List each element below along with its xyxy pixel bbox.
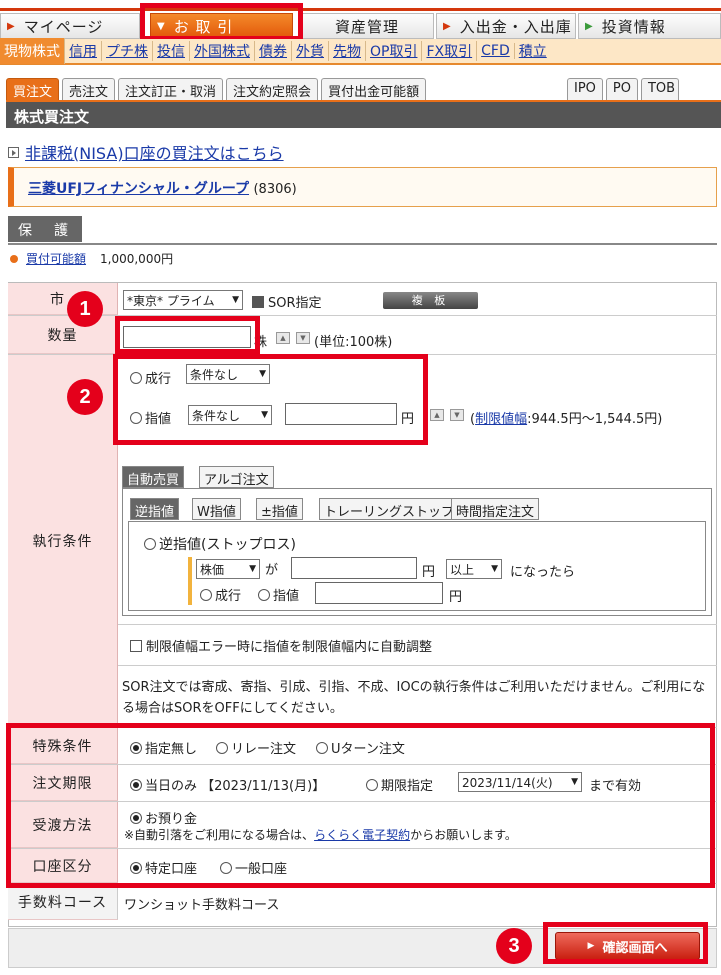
nav-mypage[interactable]: ▶ マイページ xyxy=(0,13,140,39)
down-arrow-icon[interactable]: ▼ xyxy=(450,409,464,421)
subnav-fx[interactable]: FX取引 xyxy=(422,41,478,61)
sor-note: SOR注文では寄成、寄指、引成、引指、不成、IOCの執行条件はご利用いただけませ… xyxy=(122,680,706,716)
limit-range-link[interactable]: 制限値幅 xyxy=(475,412,527,427)
quantity-label: 数量 xyxy=(8,316,118,354)
nav-deposit[interactable]: ▶ 入出金・入出庫 xyxy=(436,13,576,39)
trigger-price-input[interactable] xyxy=(291,557,417,579)
callout-2: 2 xyxy=(67,379,103,415)
subnav-op[interactable]: OP取引 xyxy=(366,41,423,61)
subnav-bond[interactable]: 債券 xyxy=(255,41,292,61)
stop-sashine-radio[interactable]: 指値 xyxy=(258,585,299,604)
tab-buy[interactable]: 買注文 xyxy=(6,78,60,100)
chevron-down-icon: ▼ xyxy=(491,564,498,574)
stop-price-input[interactable] xyxy=(315,582,443,604)
tab-ipo[interactable]: IPO xyxy=(567,78,603,100)
right-tabs: IPO PO TOB xyxy=(567,78,682,100)
accent-bar xyxy=(188,557,192,605)
radio-icon xyxy=(144,538,156,550)
tab-po[interactable]: PO xyxy=(605,78,638,100)
highlight-quantity xyxy=(115,316,260,354)
highlight-conditions xyxy=(6,723,715,888)
callout-1: 1 xyxy=(67,291,103,327)
top-nav: ▶ マイページ ▼ お 取 引 資産管理 ▶ 入出金・入出庫 ▶ 投資情報 xyxy=(0,8,721,39)
tab-modify[interactable]: 注文訂正・取消 xyxy=(118,78,224,100)
tab-sell[interactable]: 売注文 xyxy=(62,78,116,100)
ga-text: が xyxy=(265,563,279,578)
nav-info[interactable]: ▶ 投資情報 xyxy=(578,13,721,39)
subnav-toshin[interactable]: 投信 xyxy=(153,41,190,61)
checkbox-icon xyxy=(252,296,264,308)
subnav-shinyo[interactable]: 信用 xyxy=(65,41,102,61)
sub-nav: 現物株式 信用 プチ株 投信 外国株式 債券 外貨 先物 OP取引 FX取引 C… xyxy=(0,38,721,65)
triangle-icon: ▶ xyxy=(443,20,452,32)
row-divider xyxy=(118,624,717,625)
stop-price-unit: 円 xyxy=(449,590,463,605)
exec-label: 執行条件 xyxy=(8,355,118,727)
arrow-box-icon xyxy=(8,146,19,158)
trigger-unit: 円 xyxy=(422,565,436,580)
triangle-icon: ▶ xyxy=(7,20,16,32)
divider xyxy=(8,243,717,245)
buying-power-link[interactable]: 買付可能額 xyxy=(26,250,86,267)
nattara-text: になったら xyxy=(510,565,576,580)
stock-name[interactable]: 三菱UFJフィナンシャル・グループ xyxy=(28,181,249,197)
limit-range-note: (制限値幅:944.5円～1,544.5円) xyxy=(470,412,663,427)
subnav-foreign[interactable]: 外国株式 xyxy=(190,41,255,61)
hogo-label: 保 護 xyxy=(8,216,82,242)
subnav-fx-currency[interactable]: 外貨 xyxy=(292,41,329,61)
nisa-link[interactable]: 非課税(NISA)口座の買注文はこちら xyxy=(25,140,284,164)
subnav-petit[interactable]: プチ株 xyxy=(102,41,153,61)
highlight-trade xyxy=(140,3,303,41)
up-arrow-icon[interactable]: ▲ xyxy=(276,332,290,344)
stop-loss-radio[interactable]: 逆指値(ストップロス) xyxy=(144,534,296,554)
subnav-cfd[interactable]: CFD xyxy=(477,43,515,59)
trigger-select[interactable]: 株価 ▼ xyxy=(196,559,260,579)
fee-label: 手数料コース xyxy=(8,884,118,920)
chevron-down-icon: ▼ xyxy=(232,295,239,305)
stock-box: 三菱UFJフィナンシャル・グループ (8306) xyxy=(8,167,717,207)
tab-w-sashine[interactable]: W指値 xyxy=(192,498,241,520)
row-divider xyxy=(118,665,717,666)
nisa-link-row: 非課税(NISA)口座の買注文はこちら xyxy=(8,140,284,164)
tab-inquiry[interactable]: 注文約定照会 xyxy=(226,78,319,100)
market-select[interactable]: *東京* プライム ▼ xyxy=(123,290,243,310)
quantity-note: (単位:100株) xyxy=(314,335,393,350)
highlight-confirm xyxy=(543,922,708,964)
tab-algo[interactable]: アルゴ注文 xyxy=(199,466,274,488)
buying-power-row: 買付可能額 1,000,000円 xyxy=(10,250,173,267)
chevron-down-icon: ▼ xyxy=(249,564,256,574)
up-arrow-icon[interactable]: ▲ xyxy=(430,409,444,421)
tab-time-order[interactable]: 時間指定注文 xyxy=(451,498,540,520)
tab-tob[interactable]: TOB xyxy=(640,78,679,100)
tab-pm-sashine[interactable]: ±指値 xyxy=(256,498,303,520)
triangle-icon: ▶ xyxy=(585,20,594,32)
highlight-price xyxy=(113,354,428,445)
callout-3: 3 xyxy=(496,928,532,964)
tab-trailing-stop[interactable]: トレーリングストップ xyxy=(319,498,460,520)
radio-icon xyxy=(200,589,212,601)
subnav-genbutsu[interactable]: 現物株式 xyxy=(0,38,65,64)
fukuban-button[interactable]: 複 板 xyxy=(383,292,478,309)
auto-adjust-checkbox[interactable]: 制限値幅エラー時に指値を制限値幅内に自動調整 xyxy=(130,636,432,655)
tab-buying-power[interactable]: 買付出金可能額 xyxy=(321,78,427,100)
down-arrow-icon[interactable]: ▼ xyxy=(296,332,310,344)
stock-code: (8306) xyxy=(253,182,297,197)
stop-nariyuki-radio[interactable]: 成行 xyxy=(200,585,241,604)
tab-auto-trade[interactable]: 自動売買 xyxy=(122,466,185,488)
subnav-futures[interactable]: 先物 xyxy=(329,41,366,61)
radio-icon xyxy=(258,589,270,601)
nav-assets[interactable]: 資産管理 xyxy=(300,13,434,39)
sor-checkbox[interactable]: SOR指定 xyxy=(252,292,322,311)
bullet-icon xyxy=(10,254,18,263)
ijou-select[interactable]: 以上 ▼ xyxy=(446,559,502,579)
section-title: 株式買注文 xyxy=(6,100,721,128)
fee-value: ワンショット手数料コース xyxy=(124,898,280,913)
tab-stop[interactable]: 逆指値 xyxy=(130,498,180,520)
order-tabs: 買注文 売注文 注文訂正・取消 注文約定照会 買付出金可能額 xyxy=(6,78,429,100)
buying-power-value: 1,000,000円 xyxy=(100,252,174,266)
checkbox-icon xyxy=(130,640,142,652)
subnav-tsumitate[interactable]: 積立 xyxy=(515,41,551,61)
